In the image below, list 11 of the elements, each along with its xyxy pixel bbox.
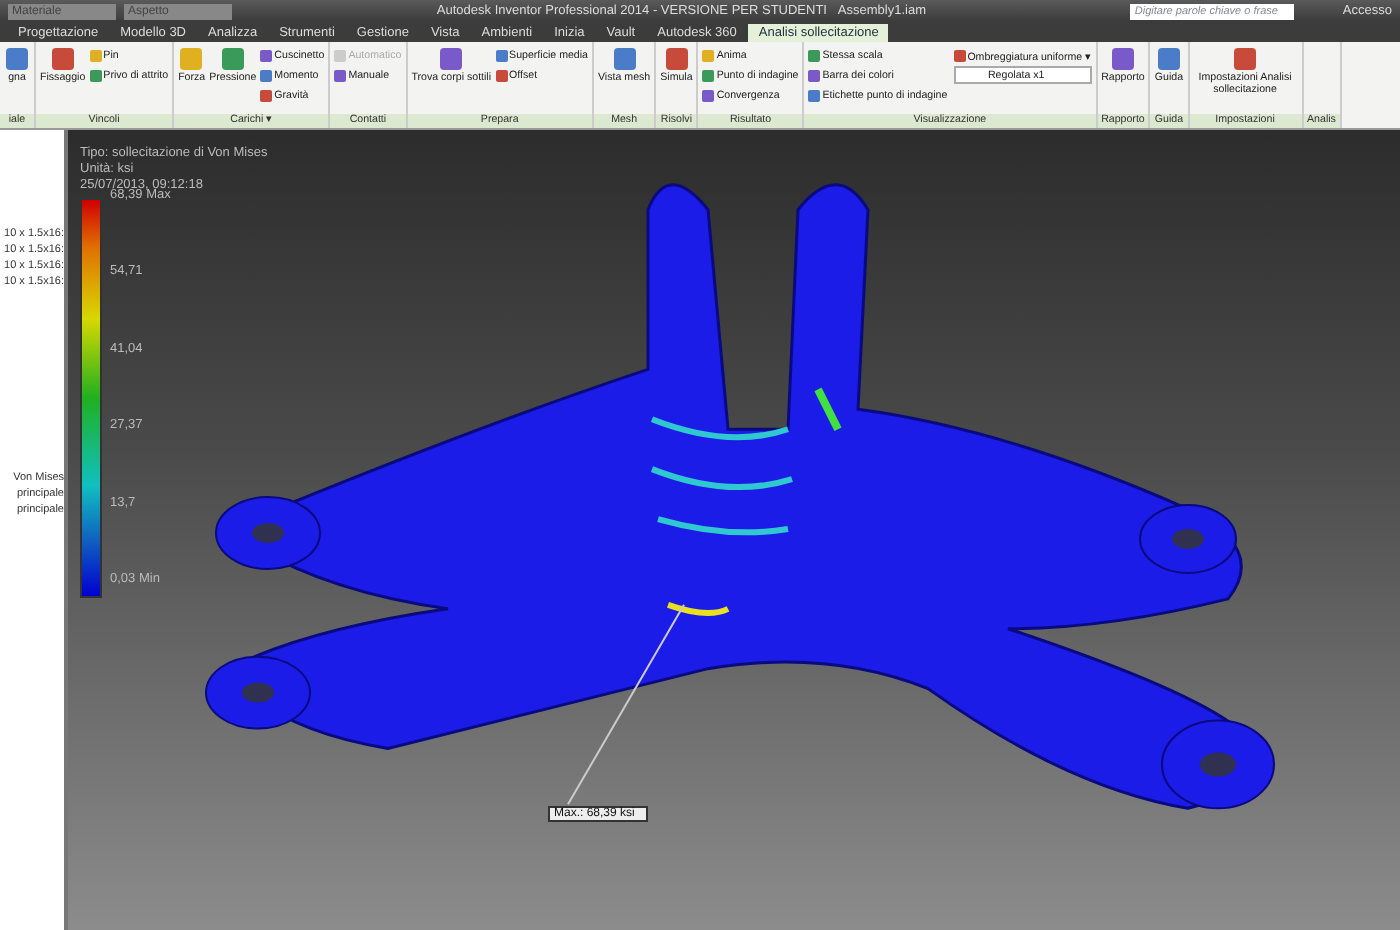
tool-icon: [1232, 46, 1259, 72]
tool-icon: [953, 50, 966, 62]
tool-icon: [438, 46, 465, 72]
tool-icon: [1155, 46, 1182, 72]
tool-icon: [4, 46, 30, 72]
tool-icon: [219, 46, 246, 72]
tool-icon: [49, 46, 76, 72]
tool-icon: [1109, 46, 1136, 72]
tool-icon: [611, 46, 638, 72]
tool-icon: [663, 46, 690, 72]
tool-icon: [178, 46, 205, 72]
